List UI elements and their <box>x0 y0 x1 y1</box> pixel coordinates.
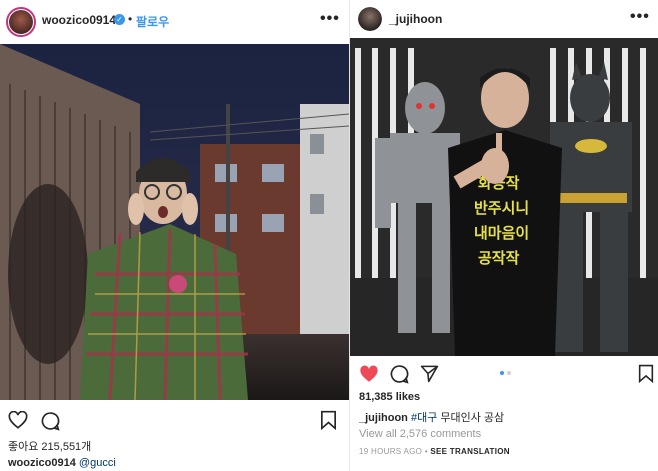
shirt-text-line-2: 반주시니 <box>474 199 529 217</box>
post-time: 19 HOURS AGO <box>359 447 423 456</box>
shirt-text-line-4: 공작작 <box>478 249 520 267</box>
carousel-dot-active <box>500 371 504 375</box>
caption-username[interactable]: woozico0914 <box>8 457 76 469</box>
avatar[interactable] <box>358 7 382 31</box>
separator: • <box>128 12 133 26</box>
more-options-icon[interactable]: ••• <box>630 8 650 26</box>
right-post-photo: 화공작 반주시니 내마음이 공작작 <box>350 38 658 356</box>
caption-mention[interactable]: @gucci <box>79 457 116 469</box>
heart-outline-icon[interactable] <box>8 411 28 429</box>
username[interactable]: _jujihoon <box>389 12 442 26</box>
left-post-header: woozico0914 ✓ • 팔로우 ••• <box>0 0 349 40</box>
follow-button[interactable]: 팔로우 <box>136 13 169 30</box>
caption-username[interactable]: _jujihoon <box>359 412 408 424</box>
bookmark-icon[interactable] <box>638 364 654 383</box>
share-icon[interactable] <box>420 364 439 383</box>
carousel-dot <box>507 371 511 375</box>
caption-text: 무대인사 공삼 <box>440 412 505 424</box>
right-post-header: _jujihoon ••• <box>350 0 658 40</box>
time-separator: • <box>424 447 428 456</box>
see-translation-link[interactable]: SEE TRANSLATION <box>430 447 509 456</box>
comment-icon[interactable] <box>389 364 409 384</box>
left-post-photo <box>0 44 349 400</box>
likes-count[interactable]: 81,385 likes <box>359 391 420 403</box>
right-post: _jujihoon ••• 반주시니 내마음이 공작작 81,385 likes… <box>349 0 658 471</box>
post-image <box>0 44 349 400</box>
more-options-icon[interactable]: ••• <box>320 10 340 28</box>
caption: woozico0914 @gucci <box>8 457 116 469</box>
heart-filled-icon[interactable] <box>359 365 379 383</box>
likes-count[interactable]: 좋아요 215,551개 <box>8 438 91 454</box>
view-all-comments-link[interactable]: View all 2,576 comments <box>359 428 481 440</box>
carousel-indicator <box>500 371 511 375</box>
post-image: 화공작 반주시니 내마음이 공작작 <box>350 38 658 356</box>
caption-hashtag[interactable]: #대구 <box>411 412 437 424</box>
avatar[interactable] <box>6 7 36 37</box>
bookmark-icon[interactable] <box>320 410 337 430</box>
left-post: woozico0914 ✓ • 팔로우 ••• 좋아요 215,551개 woo… <box>0 0 349 471</box>
verified-badge-icon: ✓ <box>114 14 125 25</box>
username[interactable]: woozico0914 <box>42 13 116 27</box>
post-timestamp-row: 19 HOURS AGO • SEE TRANSLATION <box>359 447 510 456</box>
caption: _jujihoon #대구 무대인사 공삼 <box>359 409 504 425</box>
comment-icon[interactable] <box>40 411 60 431</box>
shirt-text-line-3: 내마음이 <box>474 224 529 242</box>
